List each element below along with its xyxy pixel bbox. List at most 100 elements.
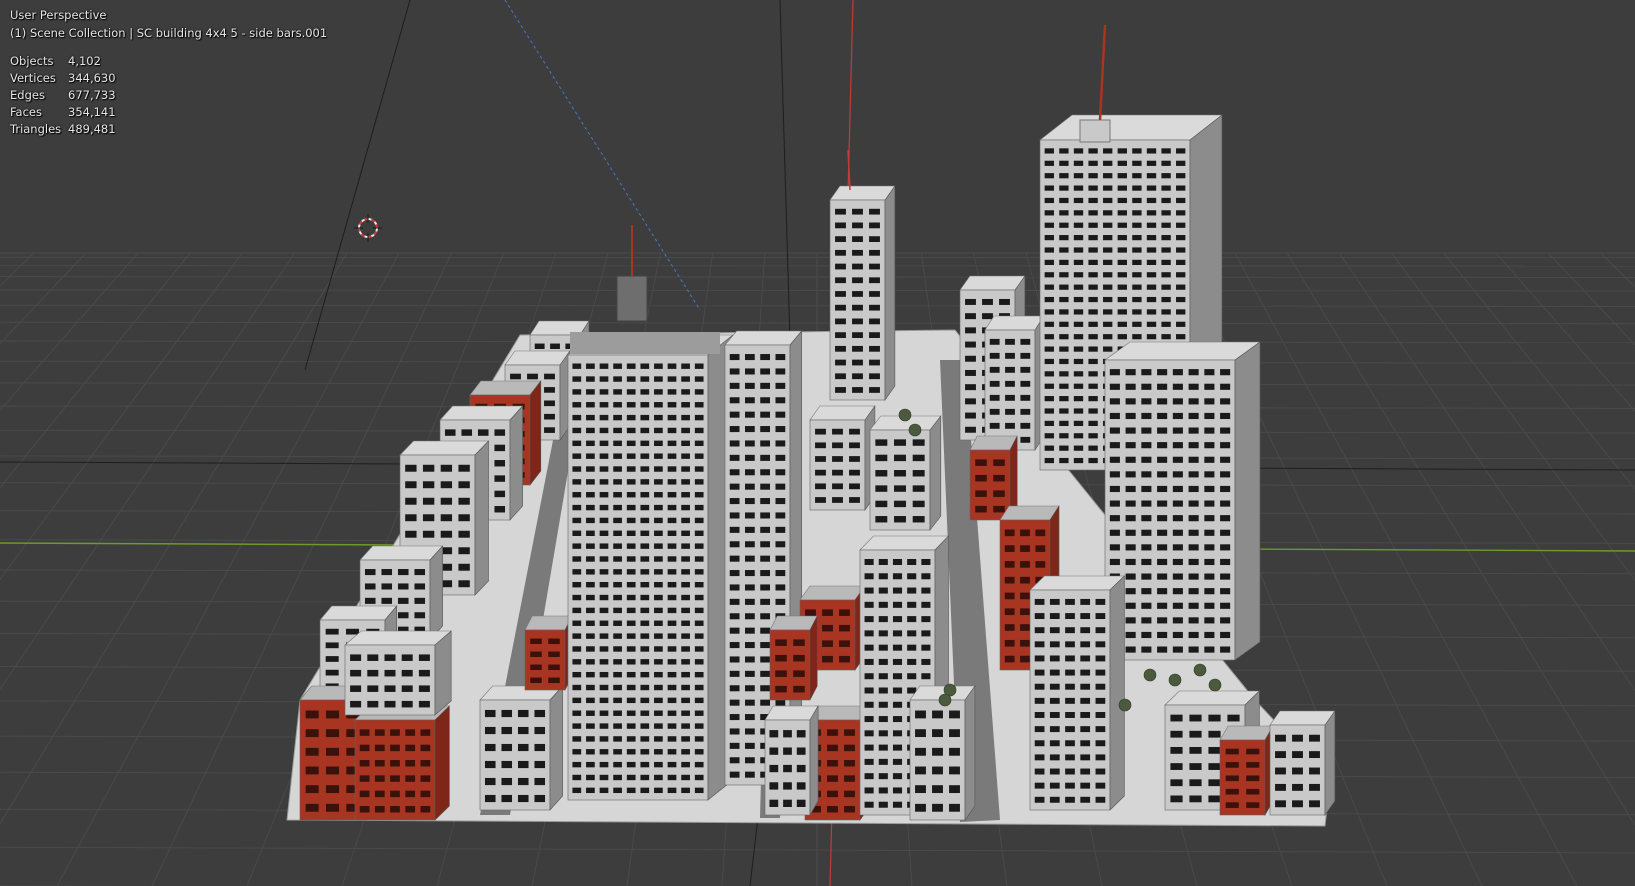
window	[654, 543, 663, 549]
window	[694, 414, 704, 421]
window	[1125, 369, 1136, 376]
window	[907, 601, 917, 608]
window	[534, 709, 546, 718]
window	[1088, 383, 1098, 389]
window	[494, 506, 506, 513]
window	[932, 710, 943, 719]
window	[1204, 631, 1215, 639]
window	[501, 726, 513, 735]
window	[422, 497, 435, 505]
side	[1324, 710, 1336, 816]
window	[613, 466, 622, 472]
window	[681, 504, 690, 511]
window	[599, 414, 609, 421]
window	[965, 426, 976, 433]
window	[760, 685, 771, 692]
window	[422, 514, 435, 522]
window	[1188, 558, 1199, 566]
window	[796, 730, 806, 738]
window	[729, 498, 740, 505]
window	[681, 581, 690, 588]
roof	[399, 440, 490, 456]
window	[729, 426, 740, 433]
roof	[344, 630, 453, 646]
window	[534, 794, 546, 803]
window	[1095, 655, 1106, 662]
window	[613, 376, 622, 382]
window	[681, 723, 690, 729]
window	[1204, 602, 1215, 609]
window	[681, 402, 690, 408]
window	[599, 492, 609, 498]
tree	[1193, 663, 1207, 677]
window	[640, 543, 650, 549]
window	[921, 573, 931, 580]
window	[626, 376, 636, 382]
window	[1189, 746, 1202, 754]
window	[694, 389, 704, 395]
window	[1157, 383, 1168, 390]
window	[1141, 427, 1152, 434]
window	[626, 466, 636, 472]
window	[305, 766, 319, 775]
stat-label: Vertices	[10, 71, 56, 85]
window	[1225, 748, 1239, 755]
window	[783, 782, 792, 790]
city-scene[interactable]	[0, 0, 1635, 886]
window	[374, 775, 385, 782]
window	[864, 587, 874, 594]
window	[654, 556, 663, 562]
roof	[359, 545, 444, 561]
window	[729, 483, 740, 490]
window	[822, 640, 833, 647]
window	[1188, 427, 1199, 434]
window	[975, 474, 987, 482]
window	[484, 777, 496, 786]
window	[1044, 420, 1054, 426]
window	[1132, 284, 1142, 290]
window	[932, 747, 943, 756]
window	[1157, 631, 1168, 639]
window	[999, 298, 1010, 305]
window	[1103, 222, 1113, 228]
window	[1117, 160, 1127, 166]
3d-cursor-icon[interactable]	[354, 214, 382, 242]
window	[1065, 712, 1075, 718]
window	[775, 483, 786, 490]
window	[640, 749, 650, 755]
window	[878, 558, 888, 565]
window	[1125, 558, 1136, 566]
3d-viewport[interactable]: User Perspective (1) Scene Collection | …	[0, 0, 1635, 886]
window	[1170, 779, 1183, 787]
window	[775, 699, 786, 706]
window	[626, 517, 636, 524]
window	[681, 363, 690, 369]
stat-label: Triangles	[10, 122, 62, 136]
window	[1146, 259, 1157, 265]
window	[1073, 445, 1084, 451]
window	[640, 787, 650, 794]
window	[1204, 398, 1215, 405]
window	[1275, 734, 1286, 742]
window	[1220, 544, 1231, 551]
window	[599, 594, 609, 601]
window	[894, 516, 906, 523]
window	[1132, 309, 1142, 315]
window	[878, 616, 888, 623]
window	[640, 504, 650, 511]
window	[835, 332, 846, 338]
window	[384, 654, 396, 661]
window	[640, 440, 650, 447]
window	[640, 684, 650, 691]
window	[844, 744, 855, 752]
window	[989, 408, 1000, 415]
window	[1220, 588, 1231, 595]
window	[1188, 456, 1199, 463]
window	[1125, 412, 1136, 420]
window	[1034, 669, 1045, 676]
window	[667, 556, 677, 562]
window	[586, 594, 595, 601]
window	[667, 659, 677, 665]
window	[667, 517, 677, 524]
city-block-model[interactable]	[286, 24, 1336, 827]
